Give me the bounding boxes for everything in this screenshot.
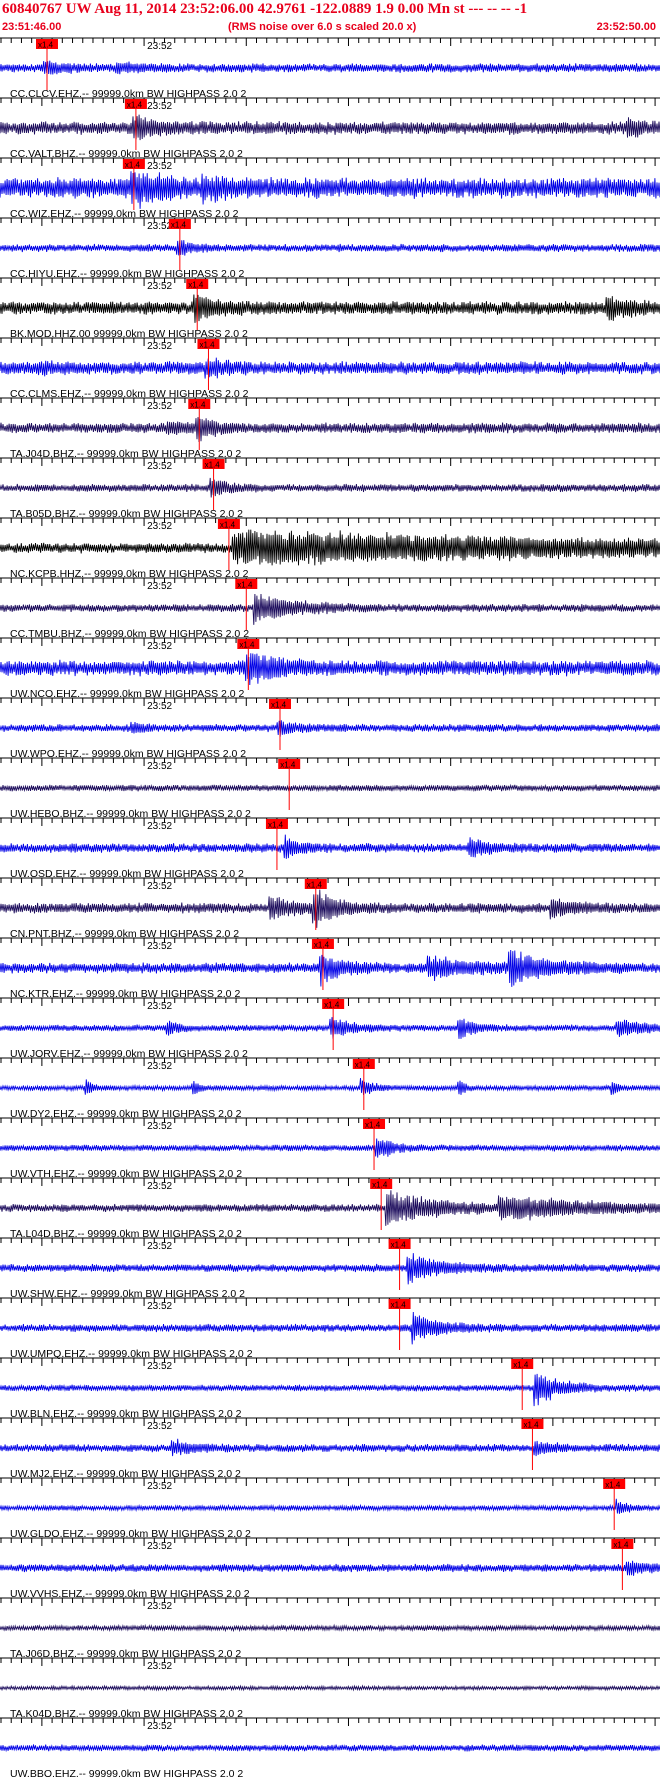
pick-label: x1.4	[268, 821, 284, 830]
minute-mark-label: 23:52	[147, 1301, 172, 1312]
minute-mark-label: 23:52	[147, 761, 172, 772]
pick-label: x1.4	[365, 1121, 381, 1130]
waveform-trace	[0, 357, 660, 379]
minute-mark-label: 23:52	[147, 941, 172, 952]
waveform-trace	[0, 1077, 660, 1095]
waveform-trace	[0, 1311, 660, 1345]
waveform-trace	[0, 417, 660, 443]
waveform-trace	[0, 889, 660, 928]
waveform-trace	[0, 949, 660, 987]
minute-mark-label: 23:52	[147, 101, 172, 112]
pick-label: x1.4	[220, 521, 236, 530]
minute-mark-label: 23:52	[147, 1661, 172, 1672]
channel-label: UW.BBO.EHZ.-- 99999.0km BW HIGHPASS 2.0 …	[10, 1768, 243, 1778]
pick-label: x1.4	[613, 1541, 629, 1550]
pick-label: x1.4	[280, 761, 296, 770]
minute-mark-label: 23:52	[147, 1061, 172, 1072]
minute-mark-label: 23:52	[147, 41, 172, 52]
waveform-trace	[0, 1017, 660, 1039]
pick-label: x1.4	[237, 581, 253, 590]
waveform-trace	[0, 114, 660, 141]
waveform-trace	[0, 240, 660, 256]
waveform-trace	[0, 529, 660, 566]
pick-label: x1.4	[171, 221, 187, 230]
waveform-trace	[0, 171, 660, 209]
waveform-trace	[0, 294, 660, 323]
waveform-trace	[0, 720, 660, 737]
minute-mark-label: 23:52	[147, 1361, 172, 1372]
waveform-trace	[0, 783, 660, 793]
pick-label: x1.4	[355, 1061, 371, 1070]
minute-mark-label: 23:52	[147, 1481, 172, 1492]
pick-label: x1.4	[271, 701, 287, 710]
minute-mark-label: 23:52	[147, 701, 172, 712]
waveform-trace	[0, 1253, 660, 1285]
minute-mark-label: 23:52	[147, 1541, 172, 1552]
minute-mark-label: 23:52	[147, 401, 172, 412]
pick-label: x1.4	[239, 641, 255, 650]
minute-mark-label: 23:52	[147, 881, 172, 892]
pick-label: x1.4	[127, 101, 143, 110]
minute-mark-label: 23:52	[147, 521, 172, 532]
waveform-trace	[0, 1498, 660, 1514]
minute-mark-label: 23:52	[147, 581, 172, 592]
waveform-trace	[0, 1138, 660, 1158]
minute-mark-label: 23:52	[147, 1421, 172, 1432]
minute-mark-label: 23:52	[147, 1181, 172, 1192]
minute-mark-label: 23:52	[147, 1241, 172, 1252]
start-time-label: 23:51:46.00	[2, 21, 62, 33]
minute-mark-label: 23:52	[147, 161, 172, 172]
pick-label: x1.4	[190, 401, 206, 410]
waveform-trace	[0, 1438, 660, 1457]
event-title: 60840767 UW Aug 11, 2014 23:52:06.00 42.…	[2, 1, 528, 17]
waveform-trace	[0, 1190, 660, 1226]
minute-mark-label: 23:52	[147, 1721, 172, 1732]
pick-label: x1.4	[391, 1301, 407, 1310]
pick-label: x1.4	[372, 1181, 388, 1190]
pick-label: x1.4	[314, 941, 330, 950]
pick-label: x1.4	[307, 881, 323, 890]
waveform-trace	[0, 1560, 660, 1576]
waveform-trace	[0, 1684, 660, 1692]
scaling-subtitle: (RMS noise over 6.0 s scaled 20.0 x)	[228, 21, 417, 33]
pick-label: x1.4	[605, 1481, 621, 1490]
waveform-trace	[0, 1373, 660, 1407]
pick-label: x1.4	[205, 461, 221, 470]
minute-mark-label: 23:52	[147, 461, 172, 472]
minute-mark-label: 23:52	[147, 641, 172, 652]
pick-label: x1.4	[391, 1241, 407, 1250]
seismogram-plot: 23:52x1.4CC.CLCV.EHZ.-- 99999.0km BW HIG…	[0, 37, 660, 1778]
minute-mark-label: 23:52	[147, 821, 172, 832]
minute-mark-label: 23:52	[147, 1121, 172, 1132]
header: 60840767 UW Aug 11, 2014 23:52:06.00 42.…	[0, 0, 660, 36]
pick-label: x1.4	[38, 41, 54, 50]
pick-label: x1.4	[513, 1361, 529, 1370]
minute-mark-label: 23:52	[147, 1001, 172, 1012]
waveform-trace	[0, 60, 660, 75]
waveform-trace	[0, 834, 660, 859]
minute-mark-label: 23:52	[147, 341, 172, 352]
pick-label: x1.4	[523, 1421, 539, 1430]
pick-label: x1.4	[199, 341, 215, 350]
waveform-trace	[0, 1623, 660, 1633]
pick-label: x1.4	[188, 281, 204, 290]
end-time-label: 23:52:50.00	[596, 21, 656, 33]
waveform-trace	[0, 593, 660, 625]
waveform-trace	[0, 653, 660, 686]
waveform-trace	[0, 1743, 660, 1753]
minute-mark-label: 23:52	[147, 221, 172, 232]
minute-mark-label: 23:52	[147, 1601, 172, 1612]
waveform-trace	[0, 477, 660, 498]
minute-mark-label: 23:52	[147, 281, 172, 292]
pick-label: x1.4	[125, 161, 141, 170]
pick-label: x1.4	[324, 1001, 340, 1010]
